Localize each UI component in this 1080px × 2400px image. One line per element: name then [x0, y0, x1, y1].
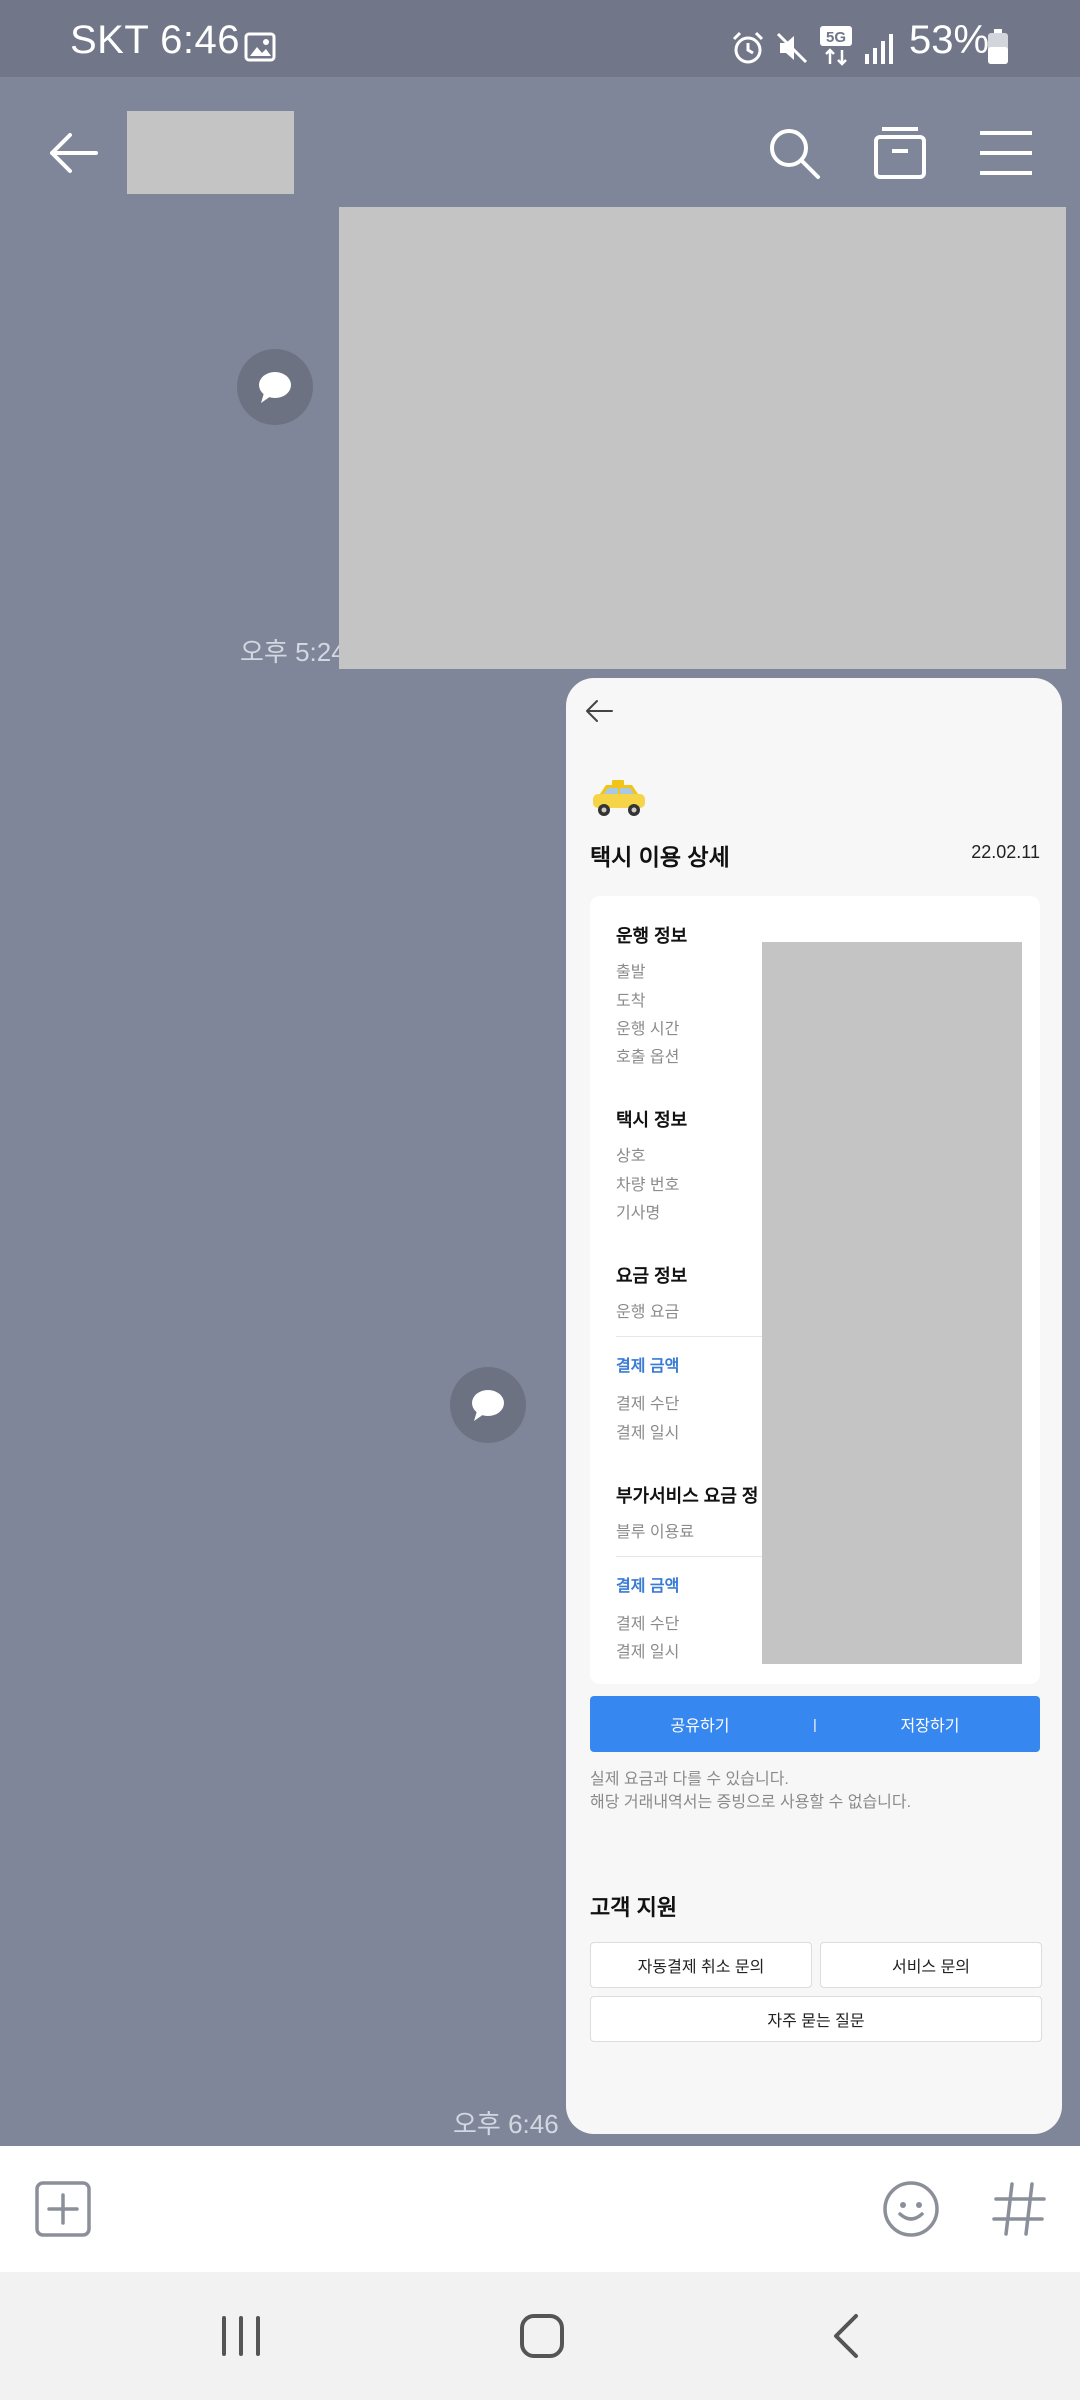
search-icon[interactable] — [766, 125, 822, 181]
row-label: 호출 옵션 — [616, 1049, 680, 1066]
row-label: 결제 일시 — [616, 1644, 680, 1661]
row-label: 도착 — [616, 993, 646, 1010]
card-date: 22.02.11 — [971, 842, 1040, 862]
chat-room-title-redacted — [127, 111, 294, 194]
battery-percent: 53% — [909, 18, 990, 62]
values-redacted — [762, 942, 1022, 1664]
signal-icon — [865, 34, 893, 64]
share-save-bar: 공유하기 | 저장하기 — [590, 1696, 1040, 1752]
disclaimer-line: 실제 요금과 다를 수 있습니다. — [590, 1771, 789, 1788]
status-bar: SKT 6:46 5G 53% — [0, 0, 1080, 77]
row-label: 운행 시간 — [616, 1021, 680, 1038]
row-label: 기사명 — [616, 1205, 661, 1222]
system-nav-bar — [0, 2272, 1080, 2400]
back-icon[interactable] — [826, 2312, 866, 2360]
share-bubble-button[interactable] — [450, 1367, 526, 1443]
carrier-time: SKT 6:46 — [70, 18, 241, 62]
section-title-fare: 요금 정보 — [616, 1266, 688, 1286]
row-label: 결제 일시 — [616, 1425, 680, 1442]
home-icon[interactable] — [518, 2312, 566, 2360]
row-label: 운행 요금 — [616, 1304, 680, 1321]
row-label: 차량 번호 — [616, 1177, 680, 1194]
image-message-redacted[interactable] — [339, 207, 1066, 669]
back-arrow-icon[interactable] — [46, 125, 102, 181]
recent-apps-icon[interactable] — [216, 2314, 266, 2358]
battery-icon — [988, 29, 1008, 64]
taxi-receipt-card[interactable]: 택시 이용 상세 22.02.11 운행 정보 출발 도착 운행 시간 호출 옵… — [566, 678, 1062, 2134]
section-title-drive: 운행 정보 — [616, 926, 688, 946]
row-label: 블루 이용료 — [616, 1524, 695, 1541]
section-title-taxi: 택시 정보 — [616, 1110, 688, 1130]
row-label: 결제 수단 — [616, 1396, 680, 1413]
alarm-icon — [732, 31, 764, 64]
5g-icon: 5G — [820, 26, 852, 66]
app-bar — [0, 77, 1080, 227]
svg-text:5G: 5G — [826, 29, 846, 46]
row-label: 결제 수단 — [616, 1616, 680, 1633]
disclaimer-line: 해당 거래내역서는 증빙으로 사용할 수 없습니다. — [590, 1794, 912, 1811]
mute-icon — [776, 32, 808, 64]
save-button[interactable]: 저장하기 — [820, 1696, 1040, 1752]
share-bubble-button[interactable] — [237, 349, 313, 425]
message-time: 오후 6:46 — [453, 2109, 559, 2139]
row-label: 출발 — [616, 964, 646, 981]
emoji-icon[interactable] — [882, 2180, 940, 2238]
speech-bubble-icon — [472, 1390, 504, 1421]
message-time: 오후 5:24 — [240, 637, 346, 667]
section-title-extra: 부가서비스 요금 정 — [616, 1486, 759, 1506]
support-title: 고객 지원 — [590, 1895, 678, 1920]
hashtag-icon[interactable] — [990, 2180, 1048, 2238]
drawer-icon[interactable] — [872, 125, 928, 181]
row-label: 상호 — [616, 1148, 646, 1165]
input-bar — [0, 2146, 1080, 2272]
share-button[interactable]: 공유하기 — [590, 1696, 810, 1752]
pay-amount-label: 결제 금액 — [616, 1358, 680, 1375]
speech-bubble-icon — [259, 372, 291, 403]
card-title: 택시 이용 상세 — [590, 844, 730, 870]
menu-icon[interactable] — [978, 125, 1034, 181]
info-panel: 운행 정보 출발 도착 운행 시간 호출 옵션 택시 정보 상호 차량 번호 기… — [590, 896, 1040, 1684]
button-separator: | — [813, 1716, 817, 1732]
add-icon[interactable] — [34, 2180, 92, 2238]
auto-pay-cancel-inquiry-button[interactable]: 자동결제 취소 문의 — [590, 1942, 812, 1988]
pay-amount-label: 결제 금액 — [616, 1578, 680, 1595]
card-back-arrow-icon[interactable] — [584, 698, 614, 724]
service-inquiry-button[interactable]: 서비스 문의 — [820, 1942, 1042, 1988]
faq-button[interactable]: 자주 묻는 질문 — [590, 1996, 1042, 2042]
taxi-icon — [593, 780, 645, 816]
image-icon — [244, 32, 276, 62]
